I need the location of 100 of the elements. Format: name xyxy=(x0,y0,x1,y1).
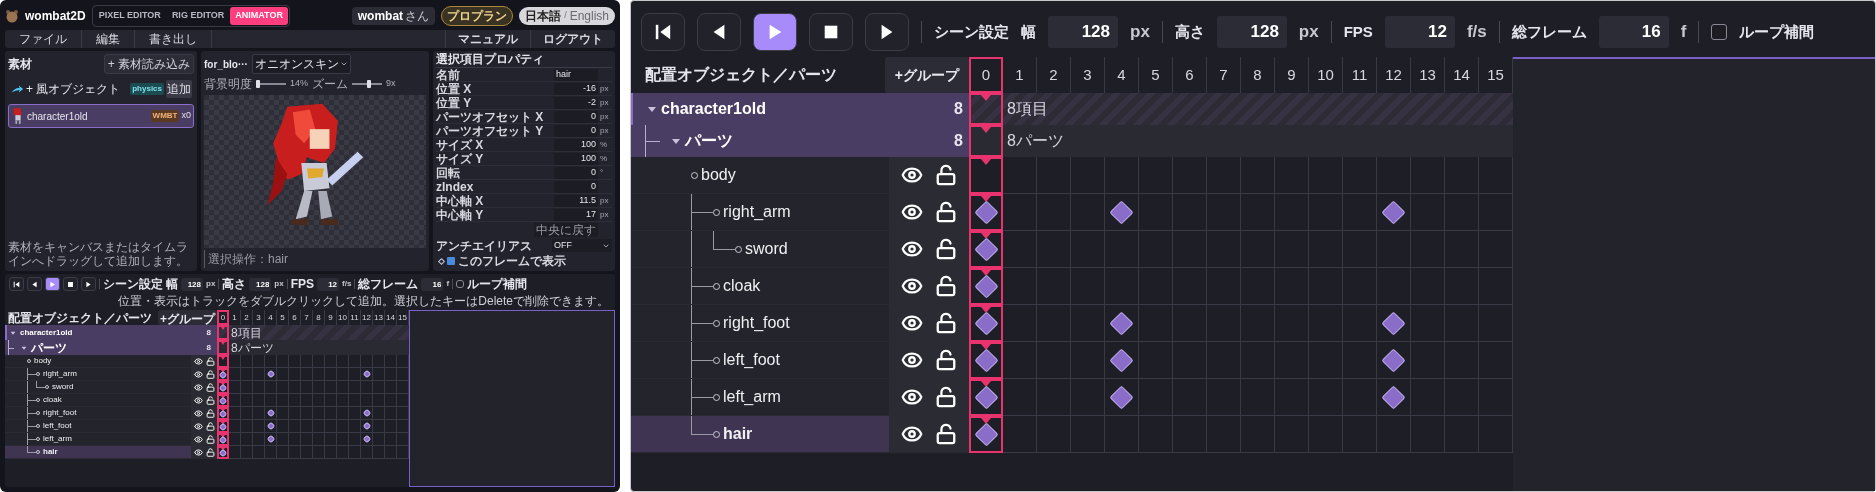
timeline-cell[interactable] xyxy=(1377,157,1411,194)
timeline-cell[interactable] xyxy=(325,355,337,368)
part-row[interactable]: sword xyxy=(5,381,217,394)
timeline-cell[interactable] xyxy=(1411,194,1445,231)
timeline-cell[interactable] xyxy=(1343,268,1377,305)
timeline-cell[interactable] xyxy=(289,433,301,446)
property-field[interactable]: -16 xyxy=(554,82,598,95)
timeline-cell[interactable] xyxy=(1241,305,1275,342)
timeline-cell[interactable] xyxy=(1207,157,1241,194)
timeline-cell[interactable] xyxy=(1207,379,1241,416)
timeline-cell[interactable] xyxy=(373,446,385,459)
timeline-cell[interactable] xyxy=(373,355,385,368)
timeline-cell[interactable] xyxy=(1173,342,1207,379)
property-field[interactable]: hair xyxy=(554,68,598,81)
timeline-cell[interactable] xyxy=(349,433,361,446)
reset-center-button[interactable]: 中央に戻す xyxy=(534,223,598,237)
timeline-cell[interactable] xyxy=(277,394,289,407)
timeline-cell[interactable] xyxy=(1275,194,1309,231)
timeline-cell[interactable] xyxy=(325,446,337,459)
unlocked-icon[interactable] xyxy=(205,395,215,405)
timeline-cell[interactable] xyxy=(253,355,265,368)
timeline-cell[interactable] xyxy=(361,394,373,407)
timeline-cell[interactable] xyxy=(1411,268,1445,305)
timeline-cell[interactable] xyxy=(1003,305,1037,342)
timeline-cell[interactable] xyxy=(361,446,373,459)
part-row[interactable]: body xyxy=(5,355,217,368)
timeline-cell[interactable] xyxy=(289,394,301,407)
timeline-cell[interactable] xyxy=(385,407,397,420)
timeline-cell[interactable] xyxy=(1343,305,1377,342)
canvas-area[interactable] xyxy=(204,95,426,248)
timeline-cell[interactable] xyxy=(229,433,241,446)
frame-number[interactable]: 0 xyxy=(217,310,229,325)
playhead-cell[interactable] xyxy=(969,342,1003,379)
timeline-cell[interactable] xyxy=(1071,157,1105,194)
timeline-cell[interactable] xyxy=(1037,268,1071,305)
timeline-cell[interactable] xyxy=(1071,305,1105,342)
timeline-cell[interactable] xyxy=(1343,231,1377,268)
timeline-cell[interactable] xyxy=(1377,379,1411,416)
import-button[interactable]: + 素材読み込み xyxy=(103,54,194,74)
playhead-cell[interactable] xyxy=(969,416,1003,453)
transport-button[interactable] xyxy=(753,13,797,51)
number-field[interactable]: 12 xyxy=(317,277,340,291)
menu-button[interactable]: ファイル xyxy=(5,30,82,48)
number-field[interactable]: 16 xyxy=(1598,16,1669,48)
timeline-cell[interactable] xyxy=(1071,268,1105,305)
language-toggle[interactable]: 日本語 / English xyxy=(519,7,615,25)
playhead-cell[interactable] xyxy=(969,268,1003,305)
timeline-cell[interactable] xyxy=(1275,268,1309,305)
timeline-cell[interactable] xyxy=(337,355,349,368)
expand-caret-icon[interactable] xyxy=(10,329,16,336)
timeline-cell[interactable] xyxy=(1003,194,1037,231)
timeline-cell[interactable] xyxy=(1139,342,1173,379)
timeline-cell[interactable] xyxy=(277,420,289,433)
timeline-cell[interactable] xyxy=(1241,379,1275,416)
unlocked-icon[interactable] xyxy=(205,421,215,431)
timeline-cell[interactable] xyxy=(349,381,361,394)
unlocked-icon[interactable] xyxy=(935,312,957,334)
timeline-cell[interactable] xyxy=(289,368,301,381)
number-field[interactable]: 128 xyxy=(1048,16,1118,48)
timeline-cell[interactable] xyxy=(277,433,289,446)
timeline-cell[interactable] xyxy=(1377,305,1411,342)
timeline-cell[interactable] xyxy=(1241,342,1275,379)
timeline-cell[interactable] xyxy=(385,394,397,407)
unlocked-icon[interactable] xyxy=(935,164,957,186)
timeline-cell[interactable] xyxy=(349,394,361,407)
timeline-cell[interactable] xyxy=(1037,379,1071,416)
timeline-cell[interactable] xyxy=(265,394,277,407)
transport-button[interactable] xyxy=(45,277,60,291)
timeline-cell[interactable] xyxy=(1275,342,1309,379)
timeline-cell[interactable] xyxy=(1003,157,1037,194)
timeline-cell[interactable] xyxy=(385,433,397,446)
eye-icon[interactable] xyxy=(193,447,203,457)
timeline-cell[interactable] xyxy=(289,355,301,368)
timeline-cell[interactable] xyxy=(277,381,289,394)
timeline-cell[interactable] xyxy=(253,433,265,446)
timeline-cell[interactable] xyxy=(1377,268,1411,305)
timeline-cell[interactable] xyxy=(1445,194,1479,231)
timeline-cell[interactable] xyxy=(1445,268,1479,305)
number-field[interactable]: 16 xyxy=(421,277,444,291)
timeline-cell[interactable] xyxy=(1037,194,1071,231)
timeline-cell[interactable] xyxy=(1377,416,1411,453)
material-item[interactable]: + 風オブジェクト physics 追加 xyxy=(8,77,194,101)
eye-icon[interactable] xyxy=(193,408,203,418)
timeline-cell[interactable] xyxy=(277,446,289,459)
timeline-cell[interactable] xyxy=(1173,379,1207,416)
timeline-cell[interactable] xyxy=(1241,157,1275,194)
playhead-cell[interactable] xyxy=(217,355,229,368)
timeline-cell[interactable] xyxy=(313,420,325,433)
timeline-cell[interactable] xyxy=(1275,157,1309,194)
timeline-cell[interactable] xyxy=(241,394,253,407)
timeline-cell[interactable] xyxy=(241,446,253,459)
timeline-cell[interactable] xyxy=(241,420,253,433)
timeline-cell[interactable] xyxy=(1343,416,1377,453)
timeline-cell[interactable] xyxy=(1003,231,1037,268)
timeline-cell[interactable] xyxy=(229,394,241,407)
timeline-cell[interactable] xyxy=(373,381,385,394)
timeline-cell[interactable] xyxy=(1309,416,1343,453)
add-label[interactable]: 追加 xyxy=(166,80,192,98)
part-row[interactable]: right_foot xyxy=(631,305,969,342)
object-row[interactable]: character1old 8 xyxy=(5,325,217,340)
